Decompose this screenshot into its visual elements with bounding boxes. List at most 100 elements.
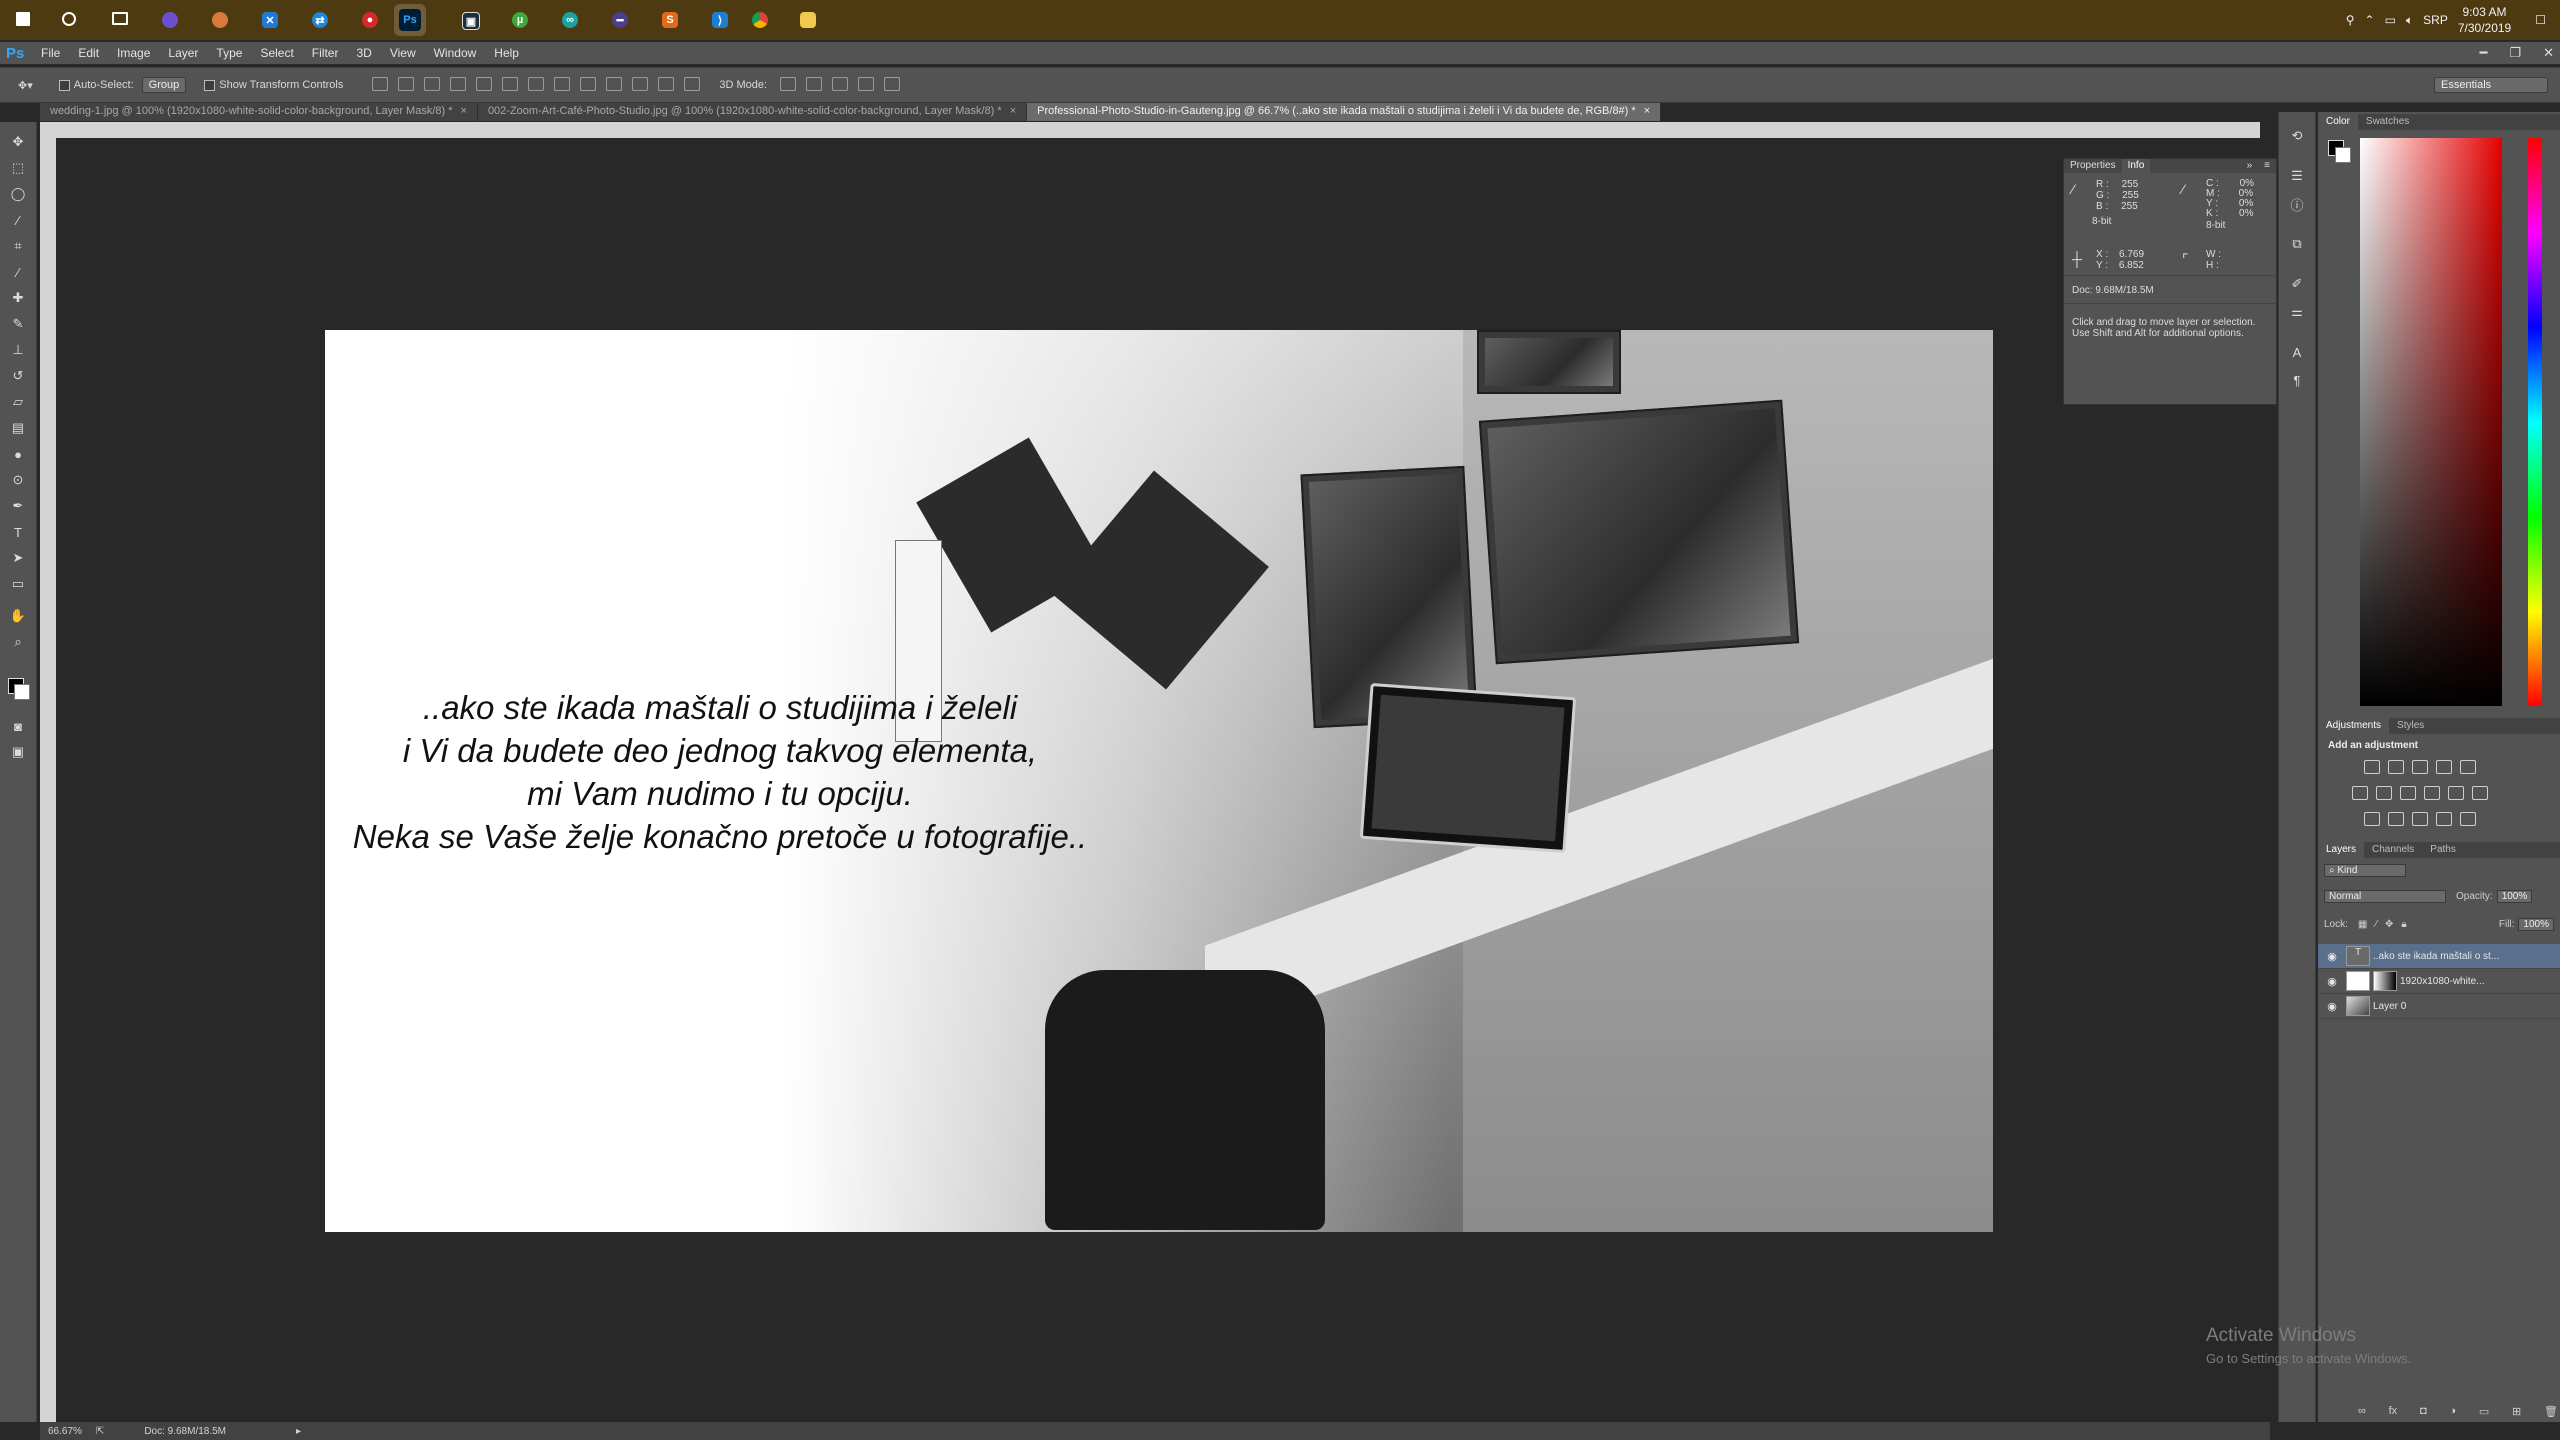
color-lookup-icon[interactable]	[2472, 786, 2488, 800]
chrome-icon[interactable]	[744, 4, 776, 36]
language-indicator[interactable]: SRP	[2423, 13, 2448, 27]
tab-close-icon[interactable]: ×	[1010, 105, 1016, 117]
selective-color-icon[interactable]	[2436, 812, 2452, 826]
minimize-icon[interactable]: ━	[2480, 45, 2488, 61]
marquee-tool-icon[interactable]: ⬚	[9, 160, 27, 176]
menu-3d[interactable]: 3D	[347, 46, 380, 60]
new-adjustment-icon[interactable]: ◑	[2449, 1405, 2456, 1418]
brush-panel-icon[interactable]: ⚌	[2288, 304, 2306, 320]
app-icon-5[interactable]: ●	[354, 4, 386, 36]
crop-tool-icon[interactable]: ⌗	[9, 238, 27, 254]
menu-image[interactable]: Image	[108, 46, 159, 60]
hand-tool-icon[interactable]: ✋	[9, 608, 27, 624]
eyedropper-tool-icon[interactable]: ⁄	[9, 264, 27, 280]
blend-mode-dropdown[interactable]: Normal	[2324, 890, 2446, 903]
app-icon-11[interactable]: S	[654, 4, 686, 36]
healing-brush-tool-icon[interactable]: ✚	[9, 290, 27, 306]
app-icon-7[interactable]: ▣	[454, 4, 486, 36]
align-left-icon[interactable]	[450, 76, 467, 91]
notifications-icon[interactable]: ☐	[2535, 13, 2546, 27]
people-icon[interactable]: ⚲	[2346, 13, 2355, 27]
chevron-up-icon[interactable]: ⌃	[2365, 13, 2375, 27]
delete-layer-icon[interactable]: 🗑︎	[2544, 1405, 2558, 1418]
quick-selection-tool-icon[interactable]: ⁄	[9, 212, 27, 228]
menu-filter[interactable]: Filter	[303, 46, 348, 60]
exposure-icon[interactable]	[2436, 760, 2452, 774]
distribute-right-icon[interactable]	[658, 76, 675, 91]
3d-slide-icon[interactable]	[858, 76, 875, 91]
doc-tab-zoom-art[interactable]: 002-Zoom-Art-Café-Photo-Studio.jpg @ 100…	[477, 103, 1028, 121]
3d-drag-icon[interactable]	[832, 76, 849, 91]
3d-rotate-icon[interactable]	[780, 76, 797, 91]
visibility-eye-icon[interactable]: ◉	[2318, 950, 2346, 963]
layer-kind-filter[interactable]: ⌕ Kind	[2324, 864, 2406, 877]
doc-tab-professional-studio[interactable]: Professional-Photo-Studio-in-Gauteng.jpg…	[1027, 103, 1662, 121]
color-balance-icon[interactable]	[2376, 786, 2392, 800]
distribute-top-icon[interactable]	[528, 76, 545, 91]
menu-layer[interactable]: Layer	[159, 46, 207, 60]
menu-type[interactable]: Type	[207, 46, 251, 60]
align-bottom-icon[interactable]	[424, 76, 441, 91]
menu-select[interactable]: Select	[251, 46, 302, 60]
network-icon[interactable]: ▭	[2385, 13, 2396, 27]
levels-icon[interactable]	[2388, 760, 2404, 774]
photo-filter-icon[interactable]	[2424, 786, 2440, 800]
eraser-tool-icon[interactable]: ▱	[9, 394, 27, 410]
dodge-tool-icon[interactable]: ⊙	[9, 472, 27, 488]
menu-edit[interactable]: Edit	[69, 46, 108, 60]
distribute-center-icon[interactable]	[632, 76, 649, 91]
align-top-icon[interactable]	[372, 76, 389, 91]
pen-tool-icon[interactable]: ✒	[9, 498, 27, 514]
menu-window[interactable]: Window	[425, 46, 486, 60]
tab-paths[interactable]: Paths	[2422, 842, 2464, 858]
zoom-level[interactable]: 66.67%	[48, 1426, 82, 1437]
history-brush-tool-icon[interactable]: ↺	[9, 368, 27, 384]
color-picker-field[interactable]	[2360, 138, 2502, 706]
move-tool-icon[interactable]: ✥	[9, 134, 27, 150]
color-panel-bg-swatch[interactable]	[2335, 147, 2351, 163]
tab-layers[interactable]: Layers	[2318, 842, 2365, 858]
auto-select-checkbox[interactable]: Auto-Select:	[58, 79, 134, 91]
hue-slider[interactable]	[2528, 138, 2542, 706]
gradient-map-icon[interactable]	[2460, 812, 2476, 826]
tab-color[interactable]: Color	[2318, 114, 2358, 130]
workspace-switcher[interactable]: Essentials	[2434, 77, 2548, 93]
fx-icon[interactable]: fx	[2389, 1405, 2398, 1418]
align-right-icon[interactable]	[502, 76, 519, 91]
auto-select-dropdown[interactable]: Group	[141, 77, 187, 93]
task-view-icon[interactable]	[104, 4, 136, 36]
panel-collapse-icon[interactable]: »	[2241, 159, 2259, 173]
quick-mask-icon[interactable]: ◙	[9, 718, 27, 734]
background-color-swatch[interactable]	[14, 684, 30, 700]
brightness-icon[interactable]	[2364, 760, 2380, 774]
type-tool-icon[interactable]: T	[9, 524, 27, 540]
zoom-tool-icon[interactable]: ⌕	[9, 634, 27, 650]
tab-info[interactable]: Info	[2121, 159, 2151, 173]
show-transform-checkbox[interactable]: Show Transform Controls	[204, 79, 343, 91]
menu-help[interactable]: Help	[485, 46, 528, 60]
move-tool-preset-icon[interactable]: ✥▾	[18, 79, 33, 92]
distribute-middle-icon[interactable]	[554, 76, 571, 91]
windows-start-button[interactable]	[8, 4, 40, 36]
invert-icon[interactable]	[2364, 812, 2380, 826]
tab-swatches[interactable]: Swatches	[2358, 114, 2417, 130]
align-middle-icon[interactable]	[398, 76, 415, 91]
vertical-ruler[interactable]	[40, 122, 56, 1422]
3d-scale-icon[interactable]	[884, 76, 901, 91]
file-explorer-icon[interactable]	[792, 4, 824, 36]
new-layer-icon[interactable]: ⊞	[2512, 1405, 2521, 1418]
opacity-input[interactable]: 100%	[2496, 890, 2533, 903]
tab-close-icon[interactable]: ×	[461, 105, 467, 117]
black-white-icon[interactable]	[2400, 786, 2416, 800]
screen-mode-icon[interactable]: ▣	[9, 744, 27, 760]
link-layers-icon[interactable]: ∞	[2358, 1405, 2366, 1418]
brush-presets-panel-icon[interactable]: ✐	[2288, 276, 2306, 292]
tab-properties[interactable]: Properties	[2064, 159, 2122, 173]
threshold-icon[interactable]	[2412, 812, 2428, 826]
app-icon-4[interactable]: ⇄	[304, 4, 336, 36]
curves-icon[interactable]	[2412, 760, 2428, 774]
layer-row-layer0[interactable]: ◉ Layer 0	[2318, 994, 2560, 1019]
clone-stamp-tool-icon[interactable]: ⊥	[9, 342, 27, 358]
horizontal-ruler[interactable]	[40, 122, 2260, 138]
lasso-tool-icon[interactable]: ◯	[9, 186, 27, 202]
